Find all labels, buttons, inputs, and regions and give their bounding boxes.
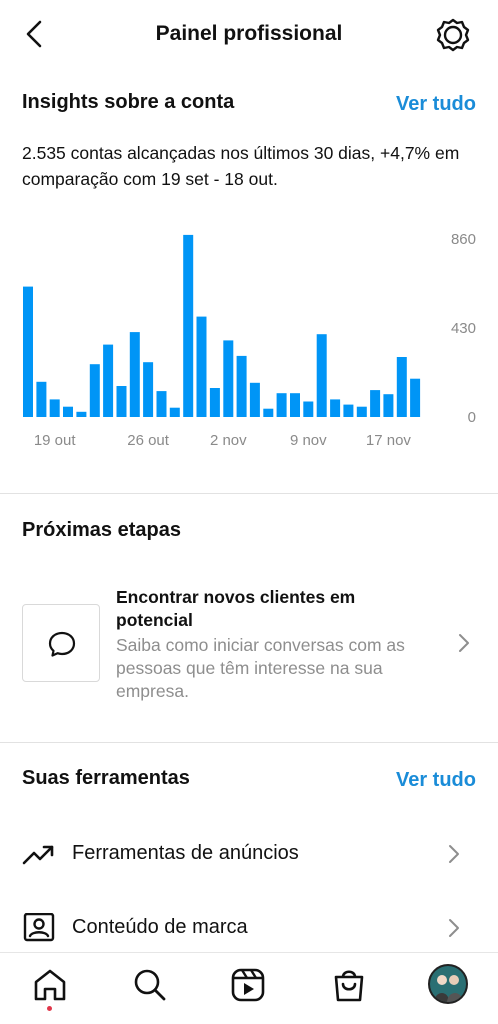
chart-bar (49, 399, 60, 417)
branded-content-icon (23, 913, 55, 942)
insights-heading: Insights sobre a conta (22, 91, 235, 113)
tool-row-ads[interactable]: Ferramentas de anúncios (0, 826, 498, 882)
chart-bar (276, 393, 287, 417)
bottom-nav (0, 952, 498, 1024)
top-bar: Painel profissional (0, 0, 498, 70)
x-tick-label: 9 nov (290, 432, 327, 449)
tool-row-branded-content[interactable]: Conteúdo de marca (0, 900, 498, 956)
trending-up-icon (22, 845, 54, 865)
chart-bar (89, 364, 100, 417)
gear-icon[interactable] (436, 18, 470, 52)
tool-label: Conteúdo de marca (72, 916, 248, 938)
chart-bar (143, 362, 154, 417)
chart-bar (303, 401, 314, 417)
y-tick-label: 0 (468, 409, 476, 426)
chart-bar (196, 316, 207, 417)
chart-bar (36, 381, 47, 417)
insights-summary: 2.535 contas alcançadas nos últimos 30 d… (22, 143, 460, 189)
x-tick-label: 2 nov (210, 432, 247, 449)
chevron-right-icon (449, 845, 459, 863)
chart-bar (290, 393, 300, 417)
chevron-right-icon (449, 919, 459, 937)
chart-bar (129, 332, 140, 417)
tools-see-all-link[interactable]: Ver tudo (396, 769, 476, 792)
chart-bar (76, 411, 87, 417)
chart-bar (330, 399, 341, 417)
x-tick-label: 17 nov (366, 432, 412, 449)
chevron-right-icon (459, 634, 469, 652)
chart-bar (63, 406, 73, 417)
divider (0, 493, 498, 494)
chart-bar (249, 382, 260, 417)
x-tick-label: 26 out (127, 432, 170, 449)
chart-bar (236, 355, 247, 417)
chart-bar (169, 407, 180, 417)
chart-bar (396, 357, 407, 417)
step-icon-box (22, 604, 100, 682)
chart-bar (263, 408, 274, 417)
chart-bar (356, 406, 367, 417)
y-tick-label: 430 (451, 320, 476, 337)
profile-avatar[interactable] (428, 964, 468, 1004)
page-title: Painel profissional (155, 22, 343, 45)
chart-bar (410, 378, 421, 417)
chat-bubble-icon (48, 631, 76, 657)
chart-bar (370, 390, 381, 417)
chart-bar (209, 388, 220, 417)
x-tick-label: 19 out (34, 432, 77, 449)
chart-bar (23, 286, 33, 417)
chart-bar (156, 391, 167, 417)
insights-see-all-link[interactable]: Ver tudo (396, 93, 476, 116)
chart-bar (343, 404, 354, 417)
home-icon[interactable] (32, 967, 68, 1003)
chart-bar (383, 394, 394, 417)
next-steps-heading: Próximas etapas (22, 519, 181, 541)
tools-heading: Suas ferramentas (22, 767, 190, 789)
chart-bar (316, 334, 327, 417)
chart-bar (103, 344, 114, 417)
divider (0, 742, 498, 743)
tool-label: Ferramentas de anúncios (72, 842, 299, 864)
notification-dot (47, 1006, 52, 1011)
chart-bar (183, 234, 194, 417)
shop-icon[interactable] (331, 967, 367, 1003)
reach-bar-chart: 860 430 0 19 out 26 out 2 nov 9 nov 17 nov (23, 231, 476, 449)
chart-bar (116, 386, 127, 417)
reels-icon[interactable] (230, 967, 266, 1003)
search-icon[interactable] (132, 967, 168, 1003)
avatar-image (430, 966, 466, 1002)
y-tick-label: 860 (451, 231, 476, 248)
chart-bar (223, 340, 234, 417)
step-description: Saiba como iniciar conversas com as pess… (116, 635, 405, 701)
step-title: Encontrar novos clientes em potencial (116, 587, 356, 630)
